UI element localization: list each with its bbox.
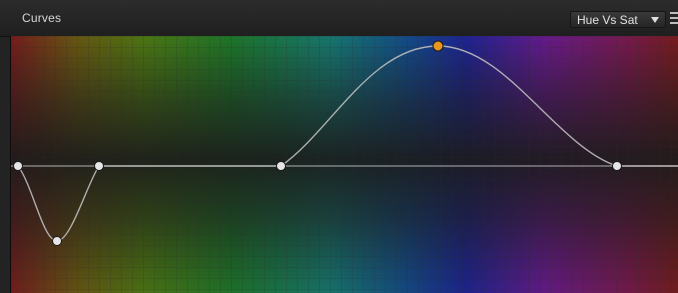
curve-canvas[interactable] xyxy=(11,36,678,293)
control-point-low[interactable] xyxy=(52,236,62,246)
panel-title: Curves xyxy=(22,11,62,25)
curve-mode-dropdown[interactable]: Hue Vs Sat xyxy=(570,11,666,28)
control-point-right[interactable] xyxy=(612,161,622,171)
menu-icon[interactable] xyxy=(670,12,678,28)
control-point-start[interactable] xyxy=(13,161,23,171)
curves-panel: Curves Hue Vs Sat xyxy=(0,0,678,293)
control-point-left[interactable] xyxy=(94,161,104,171)
grid-overlay xyxy=(11,36,678,293)
curve-mode-label: Hue Vs Sat xyxy=(577,13,638,27)
control-point-active[interactable] xyxy=(432,40,444,52)
hue-vs-sat-graph[interactable] xyxy=(10,36,678,293)
panel-header: Curves Hue Vs Sat xyxy=(0,0,678,37)
chevron-down-icon xyxy=(651,17,659,23)
control-point-middle[interactable] xyxy=(276,161,286,171)
